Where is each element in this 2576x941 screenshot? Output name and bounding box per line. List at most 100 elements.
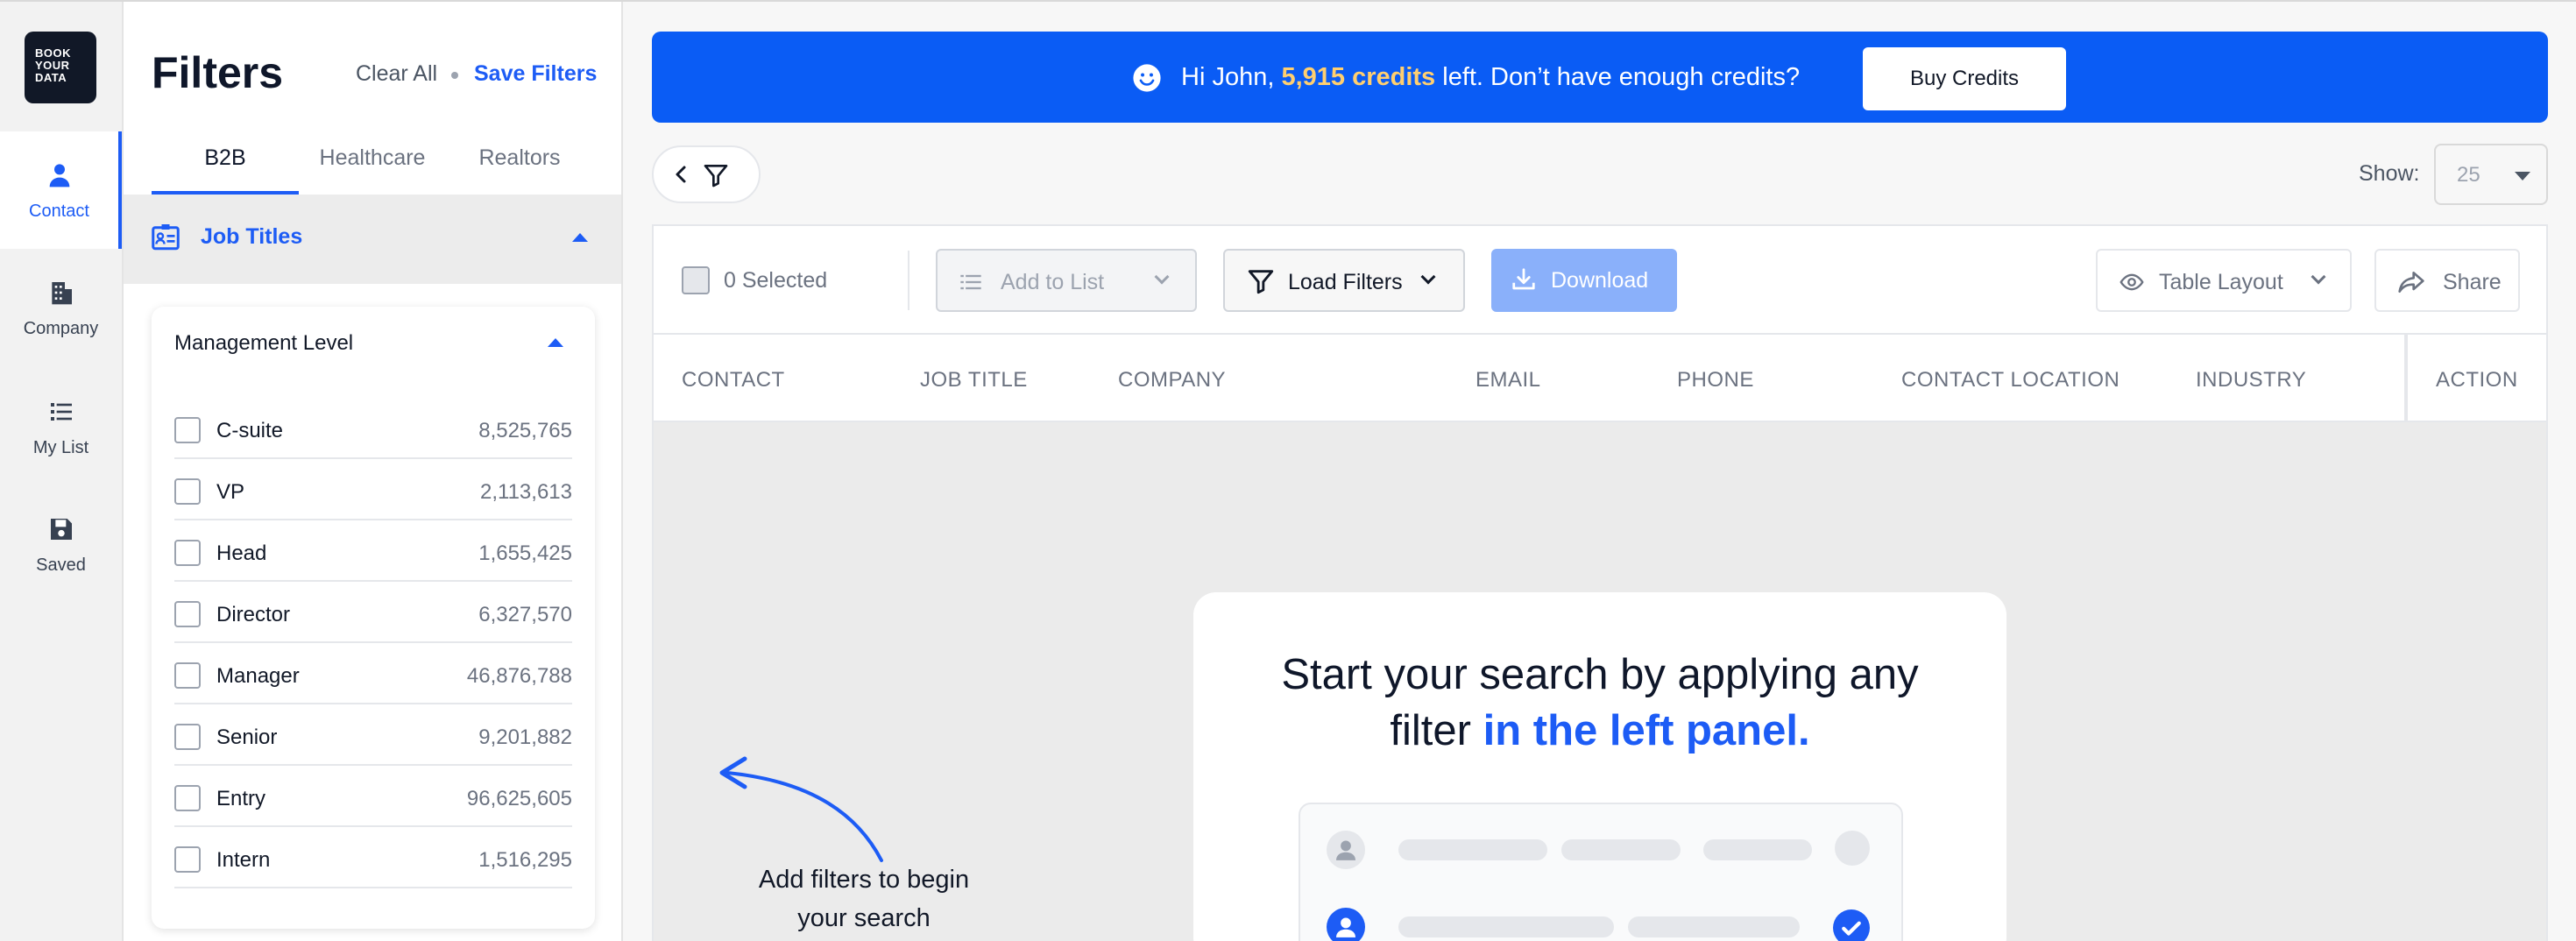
option-row[interactable]: Head 1,655,425 [174,520,572,582]
toolbar-divider [908,251,909,310]
check-circle-icon [1833,909,1870,941]
option-count: 8,525,765 [478,419,572,442]
placeholder-bar [1398,916,1614,937]
download-icon [1512,268,1535,290]
checkbox[interactable] [174,724,201,750]
management-level-card: Management Level C-suite 8,525,765 VP 2,… [152,307,595,929]
option-count: 1,516,295 [478,848,572,872]
empty-hint: Add filters to begin your search [724,860,1004,937]
placeholder-circle [1835,831,1870,866]
show-label: Show: [2359,161,2420,186]
column-header-job-title[interactable]: JOB TITLE [920,368,1028,393]
empty-state-card: Start your search by applying any filter… [1193,592,2006,941]
nav-item-company[interactable]: Company [0,249,122,366]
checkbox[interactable] [174,785,201,811]
selected-count: 0 Selected [724,268,828,293]
option-count: 2,113,613 [480,480,572,504]
option-count: 96,625,605 [466,787,572,810]
checkbox[interactable] [174,601,201,627]
checkbox[interactable] [174,478,201,505]
nav-label: Saved [36,555,86,575]
option-row[interactable]: Director 6,327,570 [174,582,572,643]
chevron-down-icon [1154,269,1170,285]
option-label: Entry [216,787,266,810]
checkbox[interactable] [174,662,201,689]
collapse-caret-icon[interactable] [572,233,588,242]
checkbox[interactable] [174,846,201,873]
option-row[interactable]: C-suite 8,525,765 [174,398,572,459]
heading-line: Start your search by applying any [1281,651,1919,698]
nav-item-saved[interactable]: Saved [0,485,122,603]
option-count: 6,327,570 [478,603,572,626]
results-toolbar: 0 Selected Add to List Load Filters Down… [652,224,2548,333]
buy-credits-button[interactable]: Buy Credits [1863,47,2066,110]
column-header-industry[interactable]: INDUSTRY [2196,368,2306,393]
option-row[interactable]: Senior 9,201,882 [174,704,572,766]
option-label: C-suite [216,419,284,442]
column-header-contact-location[interactable]: CONTACT LOCATION [1901,368,2120,393]
filter-panel: Filters Clear All Save Filters B2B Healt… [124,2,623,941]
column-header-company[interactable]: COMPANY [1118,368,1226,393]
chevron-down-icon [2311,269,2326,285]
placeholder-bar [1561,839,1681,860]
chevron-down-icon [1420,269,1436,285]
option-count: 1,655,425 [478,541,572,565]
building-icon [51,282,72,305]
curved-arrow-icon [719,756,883,862]
column-header-email[interactable]: EMAIL [1476,368,1541,393]
brand-logo[interactable]: BOOK YOUR DATA [25,32,96,103]
share-button[interactable]: Share [2374,249,2520,312]
load-filters-button[interactable]: Load Filters [1223,249,1465,312]
column-header-phone[interactable]: PHONE [1677,368,1754,393]
column-header-action: ACTION [2436,368,2518,392]
page-size-select[interactable]: 25 [2434,144,2548,205]
job-titles-section-header[interactable]: Job Titles [124,195,621,284]
toggle-filter-panel-button[interactable] [652,145,761,203]
option-row[interactable]: Manager 46,876,788 [174,643,572,704]
greeting-text: Hi John, [1181,63,1275,91]
checkbox[interactable] [174,417,201,443]
option-label: Intern [216,848,271,872]
add-to-list-button[interactable]: Add to List [936,249,1197,312]
person-icon [1336,917,1355,937]
funnel-icon [704,165,728,187]
clear-all-link[interactable]: Clear All [356,61,437,87]
option-row[interactable]: VP 2,113,613 [174,459,572,520]
list-icon [960,274,981,290]
option-row[interactable]: Intern 1,516,295 [174,827,572,888]
banner-message: Hi John, 5,915 credits left. Don’t have … [1181,63,1800,92]
credits-count: 5,915 credits [1281,63,1436,91]
nav-item-contact[interactable]: Contact [0,131,122,249]
hint-line: your search [797,904,931,932]
share-label: Share [2443,270,2502,294]
column-header-contact[interactable]: CONTACT [682,368,785,393]
save-filters-link[interactable]: Save Filters [474,61,597,87]
collapse-caret-icon[interactable] [548,338,563,347]
download-button[interactable]: Download [1491,249,1677,312]
tab-healthcare[interactable]: Healthcare [299,145,446,171]
option-count: 46,876,788 [466,664,572,688]
table-preview-illustration [1299,803,1903,941]
banner-rest-text: left. Don’t have enough credits? [1442,63,1801,91]
option-label: Manager [216,664,300,688]
tab-realtors[interactable]: Realtors [446,145,593,171]
add-to-list-label: Add to List [1001,270,1105,294]
chevron-down-icon [2515,172,2530,180]
heading-highlight: in the left panel. [1483,707,1810,754]
nav-item-my-list[interactable]: My List [0,368,122,485]
group-title: Management Level [174,331,354,355]
smiley-icon [1133,64,1161,92]
id-card-icon [152,224,180,251]
placeholder-bar [1628,916,1800,937]
option-row[interactable]: Entry 96,625,605 [174,766,572,827]
select-all-checkbox[interactable] [682,266,710,294]
table-layout-button[interactable]: Table Layout [2096,249,2352,312]
separator-dot [451,72,458,79]
checkbox[interactable] [174,540,201,566]
filters-title: Filters [152,48,284,97]
option-label: Head [216,541,267,565]
tab-b2b[interactable]: B2B [152,145,299,171]
credits-banner: Hi John, 5,915 credits left. Don’t have … [652,32,2548,123]
sticky-column-divider [2404,333,2408,422]
nav-label: Contact [29,202,89,221]
